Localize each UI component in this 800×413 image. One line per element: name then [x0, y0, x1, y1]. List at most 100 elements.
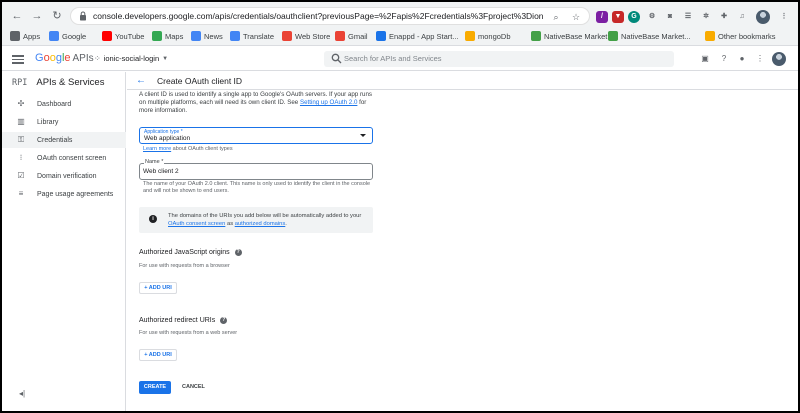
bookmark-nativebase[interactable]: NativeBase Market... [531, 30, 614, 42]
bookmark-news[interactable]: News [191, 30, 223, 42]
sidebar-item-domain-verification[interactable]: ☑ Domain verification [2, 168, 126, 184]
other-bookmarks[interactable]: Other bookmarks [705, 30, 776, 42]
bookmark-apps-grid[interactable]: Apps [10, 30, 40, 42]
maps-icon [152, 31, 162, 41]
webstore-icon [282, 31, 292, 41]
create-button[interactable]: CREATE [139, 381, 171, 394]
account-avatar[interactable] [772, 52, 786, 66]
extension-settings-icon[interactable]: ✲ [700, 11, 712, 23]
notice-text-mid: as [225, 221, 235, 227]
help-circle-icon[interactable]: ? [220, 317, 228, 324]
bookmark-label: NativeBase Market... [544, 31, 614, 41]
learn-more-link[interactable]: Learn more [143, 146, 171, 152]
help-circle-icon[interactable]: ? [234, 249, 242, 256]
google-icon [49, 31, 59, 41]
bookmark-label: Apps [23, 31, 41, 41]
extensions-puzzle-icon[interactable]: ✚ [718, 11, 730, 23]
browser-profile-avatar[interactable] [756, 10, 770, 24]
oauth-setup-link[interactable]: Setting up OAuth 2.0 [300, 99, 357, 106]
browser-window: ← → ↻ console.developers.google.com/apis… [2, 2, 798, 411]
gift-icon[interactable]: ▣ [699, 53, 711, 65]
name-field[interactable]: Name * Web client 2 [139, 159, 373, 180]
application-type-value: Web application [144, 135, 191, 142]
bookmark-label: Enappd - App Start... [389, 31, 459, 41]
name-help-text: The name of your OAuth 2.0 client. This … [143, 181, 371, 194]
search-icon [331, 53, 342, 64]
name-value[interactable]: Web client 2 [143, 168, 179, 175]
dropdown-arrow-icon [360, 134, 366, 137]
sidebar-item-label: Credentials [37, 136, 73, 144]
google-apis-logo[interactable]: Google APIs [35, 52, 94, 64]
bookmark-label: News [204, 31, 223, 41]
sidebar-item-credentials[interactable]: ⚿ Credentials [2, 132, 126, 148]
google-wordmark: Google [35, 52, 71, 64]
back-arrow-icon[interactable]: ← [10, 9, 24, 23]
cancel-button[interactable]: CANCEL [182, 381, 205, 394]
project-selector[interactable]: ⁘ ionic-social-login ▼ [94, 54, 168, 63]
address-bar[interactable]: console.developers.google.com/apis/crede… [70, 7, 590, 25]
more-vert-icon[interactable]: ⋮ [754, 53, 766, 65]
apps-grid-icon [10, 31, 20, 41]
extension-gear-icon[interactable]: ⚙ [646, 11, 658, 23]
apis-wordmark: APIs [72, 53, 94, 64]
back-arrow-icon[interactable]: ← [136, 75, 146, 86]
add-js-origin-button[interactable]: + ADD URI [139, 282, 177, 294]
translate-icon [230, 31, 240, 41]
redirect-uris-subtitle: For use with requests from a web server [139, 330, 238, 336]
sidebar-item-label: OAuth consent screen [37, 154, 107, 162]
add-redirect-uri-button[interactable]: + ADD URI [139, 349, 177, 361]
bookmark-google[interactable]: Google [49, 30, 86, 42]
bookmark-label: mongoDb [478, 31, 511, 41]
extension-camera-icon[interactable]: ◙ [664, 11, 676, 23]
learn-more-text: Learn more about OAuth client types [143, 146, 233, 152]
verification-icon: ☑ [17, 171, 25, 180]
bookmark-maps[interactable]: Maps [152, 30, 183, 42]
hamburger-menu-icon[interactable] [12, 53, 24, 65]
bookmark-youtube[interactable]: YouTube [102, 30, 144, 42]
collapse-sidebar-icon[interactable]: ◂| [19, 389, 25, 398]
agreements-icon: ≡ [18, 189, 24, 198]
url-text[interactable]: console.developers.google.com/apis/crede… [93, 11, 543, 21]
media-icon[interactable]: ♫ [736, 11, 748, 23]
help-icon[interactable]: ? [718, 53, 730, 65]
bookmark-webstore[interactable]: Web Store [282, 30, 330, 42]
extension-pen-icon[interactable]: / [596, 11, 608, 23]
bookmark-label: NativeBase Market... [621, 31, 691, 41]
extension-grammarly-icon[interactable]: G [628, 11, 640, 23]
js-origins-title: Authorized JavaScript origins [139, 249, 230, 256]
project-dots-icon: ⁘ [94, 54, 101, 63]
notifications-icon[interactable]: ● [736, 53, 748, 65]
extension-list-icon[interactable]: ☰ [682, 11, 694, 23]
consent-icon: ⁝ [19, 153, 23, 162]
reload-icon[interactable]: ↻ [50, 9, 64, 23]
bookmark-nativebase[interactable]: NativeBase Market... [608, 30, 691, 42]
application-type-select[interactable]: Application type * Web application [139, 127, 373, 144]
redirect-uris-heading: Authorized redirect URIs ? [139, 317, 228, 324]
search-box[interactable]: Search for APIs and Services [324, 51, 674, 67]
sidebar-item-library[interactable]: ▥ Library [2, 114, 126, 130]
sidebar-item-page-usage-agreements[interactable]: ≡ Page usage agreements [2, 186, 126, 202]
browser-menu-icon[interactable]: ⋮ [778, 11, 790, 23]
bookmark-gmail[interactable]: Gmail [335, 30, 368, 42]
bookmark-translate[interactable]: Translate [230, 30, 274, 42]
star-icon[interactable]: ☆ [570, 11, 582, 23]
nativebase-icon [531, 31, 541, 41]
notice-text-start: The domains of the URIs you add below wi… [168, 213, 362, 219]
dashboard-icon: ✣ [17, 99, 25, 108]
bookmark-label: Web Store [295, 31, 331, 41]
consent-screen-link[interactable]: OAuth consent screen [168, 221, 225, 227]
bookmark-folder[interactable]: mongoDb [465, 30, 511, 42]
sidebar-item-dashboard[interactable]: ✣ Dashboard [2, 96, 126, 112]
main-content: ← Create OAuth client ID A client ID is … [127, 72, 798, 411]
redirect-uris-title: Authorized redirect URIs [139, 317, 216, 324]
sidebar-item-label: Page usage agreements [37, 190, 114, 198]
sidebar-item-label: Domain verification [37, 172, 97, 180]
extension-shield-icon[interactable]: ▼ [612, 11, 624, 23]
forward-arrow-icon[interactable]: → [30, 9, 44, 23]
bookmark-enappd[interactable]: Enappd - App Start... [376, 30, 459, 42]
key-icon: ⚿ [17, 135, 25, 144]
chevron-down-icon: ▼ [162, 55, 169, 62]
zoom-icon[interactable]: ⌕ [550, 11, 562, 23]
sidebar-item-oauth-consent-screen[interactable]: ⁝ OAuth consent screen [2, 150, 126, 166]
authorized-domains-link[interactable]: authorized domains [235, 221, 286, 227]
